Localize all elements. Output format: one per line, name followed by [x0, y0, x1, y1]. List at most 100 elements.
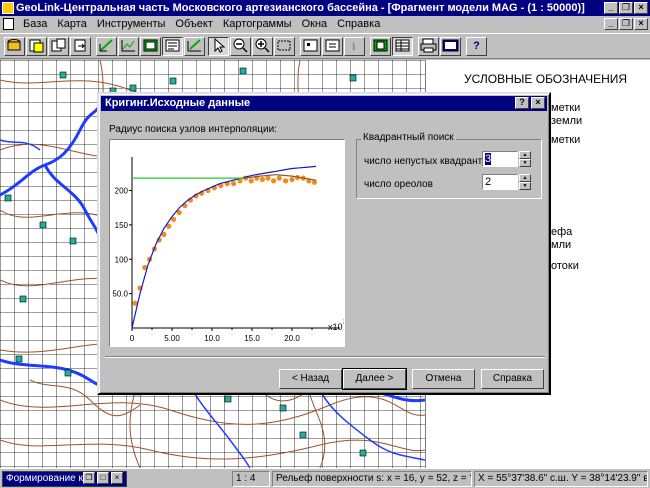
- halo-count-value: 2: [485, 176, 492, 188]
- layer-edit-icon[interactable]: [184, 37, 205, 56]
- window-controls: _ ❐ ×: [603, 2, 648, 14]
- close-icon[interactable]: ×: [634, 2, 648, 14]
- document-icon[interactable]: [3, 18, 14, 30]
- variogram-plot: 0 5.00 10.0 15.0 20.0 50.0 100 150 200 x10 3: [112, 157, 347, 343]
- menu-cartograms[interactable]: Картограммы: [218, 17, 297, 31]
- help-button[interactable]: Справка: [481, 369, 544, 389]
- dialog-titlebar[interactable]: Кригинг.Исходные данные ? ×: [101, 96, 547, 111]
- dialog-help-icon[interactable]: ?: [515, 97, 529, 109]
- select-area-icon[interactable]: [300, 37, 321, 56]
- print-preview-icon[interactable]: [440, 37, 461, 56]
- quadrant-search-group: [356, 139, 542, 199]
- next-button[interactable]: Далее >: [342, 368, 407, 390]
- status-bar: Формирование к... ❐ □ × 1 : 4 Рельеф пов…: [0, 468, 650, 488]
- task-restore-icon[interactable]: ❐: [83, 472, 95, 484]
- nonempty-quadrants-stepper[interactable]: ▲ ▼: [519, 151, 531, 167]
- halo-count-label: число ореолов: [364, 179, 433, 190]
- task-close-icon[interactable]: ×: [111, 472, 123, 484]
- halo-count-stepper[interactable]: ▲ ▼: [519, 174, 531, 190]
- toolbar: i ?: [0, 33, 650, 59]
- cancel-button[interactable]: Отмена: [412, 369, 475, 389]
- graph-tool-icon[interactable]: [118, 37, 139, 56]
- layer-list-icon[interactable]: [370, 37, 391, 56]
- app-titlebar[interactable]: GeoLink-Центральная часть Московского ар…: [0, 0, 650, 16]
- doc-close-icon[interactable]: ×: [634, 18, 648, 30]
- spin-down-icon[interactable]: ▼: [519, 182, 531, 190]
- radius-label: Радиус поиска узлов интерполяции:: [109, 124, 277, 135]
- legend-item: ефа: [551, 226, 573, 238]
- back-button[interactable]: < Назад: [279, 369, 342, 389]
- x-multiplier-label: x10: [328, 322, 343, 332]
- x-multiplier-exponent: 3: [343, 319, 344, 326]
- y-tick-label: 100: [115, 255, 129, 264]
- app-icon: [2, 2, 14, 14]
- nonempty-quadrants-input[interactable]: 3: [482, 151, 518, 167]
- nonempty-quadrants-value: 3: [485, 153, 492, 165]
- pointer-icon[interactable]: [208, 37, 229, 56]
- data-point: [271, 178, 277, 184]
- y-tick-label: 150: [115, 221, 129, 230]
- db-icon[interactable]: [26, 37, 47, 56]
- db-export-icon[interactable]: [70, 37, 91, 56]
- minimized-task-label: Формирование к...: [6, 473, 92, 484]
- data-point: [259, 176, 265, 183]
- dialog-separator: [105, 356, 545, 358]
- y-tick-label: 200: [115, 187, 129, 196]
- legend-item: метки: [551, 134, 581, 146]
- zoom-in-icon[interactable]: [252, 37, 273, 56]
- table-icon[interactable]: [392, 37, 413, 56]
- menu-base[interactable]: База: [18, 17, 52, 31]
- data-point: [289, 176, 295, 183]
- legend-item: мли: [551, 239, 572, 251]
- data-point: [276, 175, 282, 181]
- dialog-close-icon[interactable]: ×: [531, 97, 545, 109]
- data-point: [248, 178, 254, 184]
- zoom-rect-icon[interactable]: [274, 37, 295, 56]
- menu-bar: База Карта Инструменты Объект Картограмм…: [0, 16, 650, 32]
- open-db-icon[interactable]: [4, 37, 25, 56]
- spin-down-icon[interactable]: ▼: [519, 159, 531, 167]
- edit-tool-icon[interactable]: [96, 37, 117, 56]
- menu-tools[interactable]: Инструменты: [92, 17, 171, 31]
- print-icon[interactable]: [418, 37, 439, 56]
- data-point: [283, 178, 289, 184]
- quadrant-search-title: Квадрантный поиск: [361, 132, 456, 143]
- layer-active-icon[interactable]: [162, 37, 183, 56]
- help-icon[interactable]: ?: [466, 37, 487, 56]
- data-point: [231, 181, 237, 187]
- spin-up-icon[interactable]: ▲: [519, 151, 531, 159]
- menu-windows[interactable]: Окна: [297, 17, 333, 31]
- doc-minimize-icon[interactable]: _: [604, 18, 618, 30]
- task-maximize-icon[interactable]: □: [97, 472, 109, 484]
- legend-title: УСЛОВНЫЕ ОБОЗНАЧЕНИЯ: [464, 72, 628, 86]
- info-icon[interactable]: i: [344, 37, 365, 56]
- status-relief: Рельеф поверхности s: x = 16, y = 52, z …: [272, 471, 472, 487]
- select-tool-icon[interactable]: [322, 37, 343, 56]
- spin-up-icon[interactable]: ▲: [519, 174, 531, 182]
- menu-object[interactable]: Объект: [170, 17, 217, 31]
- restore-icon[interactable]: ❐: [619, 2, 633, 14]
- nonempty-quadrants-label: число непустых квадрантов: [364, 156, 493, 167]
- data-point: [265, 175, 271, 181]
- kriging-dialog: Кригинг.Исходные данные ? × Радиус поиск…: [97, 92, 551, 395]
- doc-restore-icon[interactable]: ❐: [619, 18, 633, 30]
- menu-help[interactable]: Справка: [332, 17, 385, 31]
- window-title: GeoLink-Центральная часть Московского ар…: [16, 2, 585, 14]
- layer-green-icon[interactable]: [140, 37, 161, 56]
- y-tick-label: 50.0: [112, 290, 128, 299]
- status-coordinates: X = 55°37'38.6" с.ш. Y = 38°14'23.9" в.д…: [474, 471, 648, 487]
- zoom-out-icon[interactable]: [230, 37, 251, 56]
- legend-item: отоки: [551, 260, 579, 272]
- series-line-1: [131, 165, 317, 329]
- svg-text:i: i: [352, 39, 356, 53]
- status-scale: 1 : 4: [232, 471, 270, 487]
- minimize-icon[interactable]: _: [604, 2, 618, 14]
- x-tick-label: 5.00: [164, 334, 180, 343]
- halo-count-input[interactable]: 2: [482, 174, 518, 190]
- variogram-chart: 0 5.00 10.0 15.0 20.0 50.0 100 150 200 x10 3: [109, 139, 347, 347]
- x-tick-label: 10.0: [204, 334, 220, 343]
- x-tick-label: 0: [130, 334, 135, 343]
- menu-map[interactable]: Карта: [52, 17, 91, 31]
- db-copy-icon[interactable]: [48, 37, 69, 56]
- x-tick-label: 20.0: [284, 334, 300, 343]
